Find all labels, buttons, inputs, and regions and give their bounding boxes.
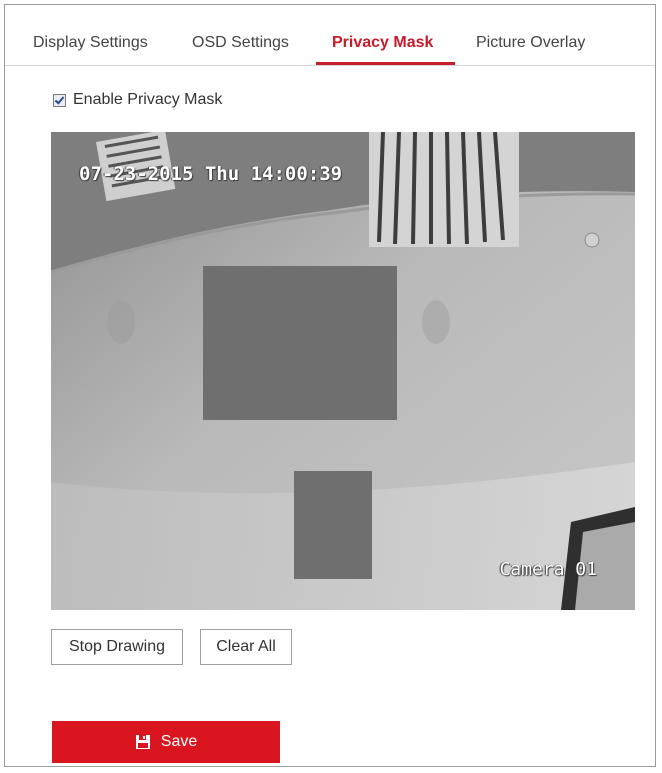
- save-button[interactable]: Save: [52, 721, 280, 763]
- enable-privacy-mask-checkbox[interactable]: [53, 93, 66, 107]
- checkmark-icon: [54, 93, 65, 105]
- active-tab-indicator: [316, 62, 455, 65]
- tab-privacy-mask[interactable]: Privacy Mask: [332, 34, 433, 52]
- settings-tab-bar: Display Settings OSD Settings Privacy Ma…: [5, 5, 655, 66]
- stop-drawing-button[interactable]: Stop Drawing: [51, 629, 183, 665]
- tab-picture-overlay[interactable]: Picture Overlay: [476, 34, 585, 52]
- floppy-disk-icon: [135, 735, 150, 749]
- privacy-mask-area-1[interactable]: [203, 266, 397, 420]
- privacy-mask-panel: Display Settings OSD Settings Privacy Ma…: [4, 4, 656, 767]
- enable-privacy-mask-label: Enable Privacy Mask: [73, 91, 223, 108]
- enable-privacy-mask-row: Enable Privacy Mask: [53, 91, 222, 109]
- live-video-view[interactable]: 07-23-2015 Thu 14:00:39 Camera 01: [51, 132, 635, 610]
- tab-osd-settings[interactable]: OSD Settings: [192, 34, 289, 52]
- clear-all-button[interactable]: Clear All: [200, 629, 292, 665]
- osd-datetime: 07-23-2015 Thu 14:00:39: [79, 163, 343, 185]
- privacy-mask-area-2[interactable]: [294, 471, 372, 579]
- osd-camera-name: Camera 01: [499, 559, 597, 580]
- tab-display-settings[interactable]: Display Settings: [33, 34, 148, 52]
- save-button-label: Save: [160, 733, 198, 750]
